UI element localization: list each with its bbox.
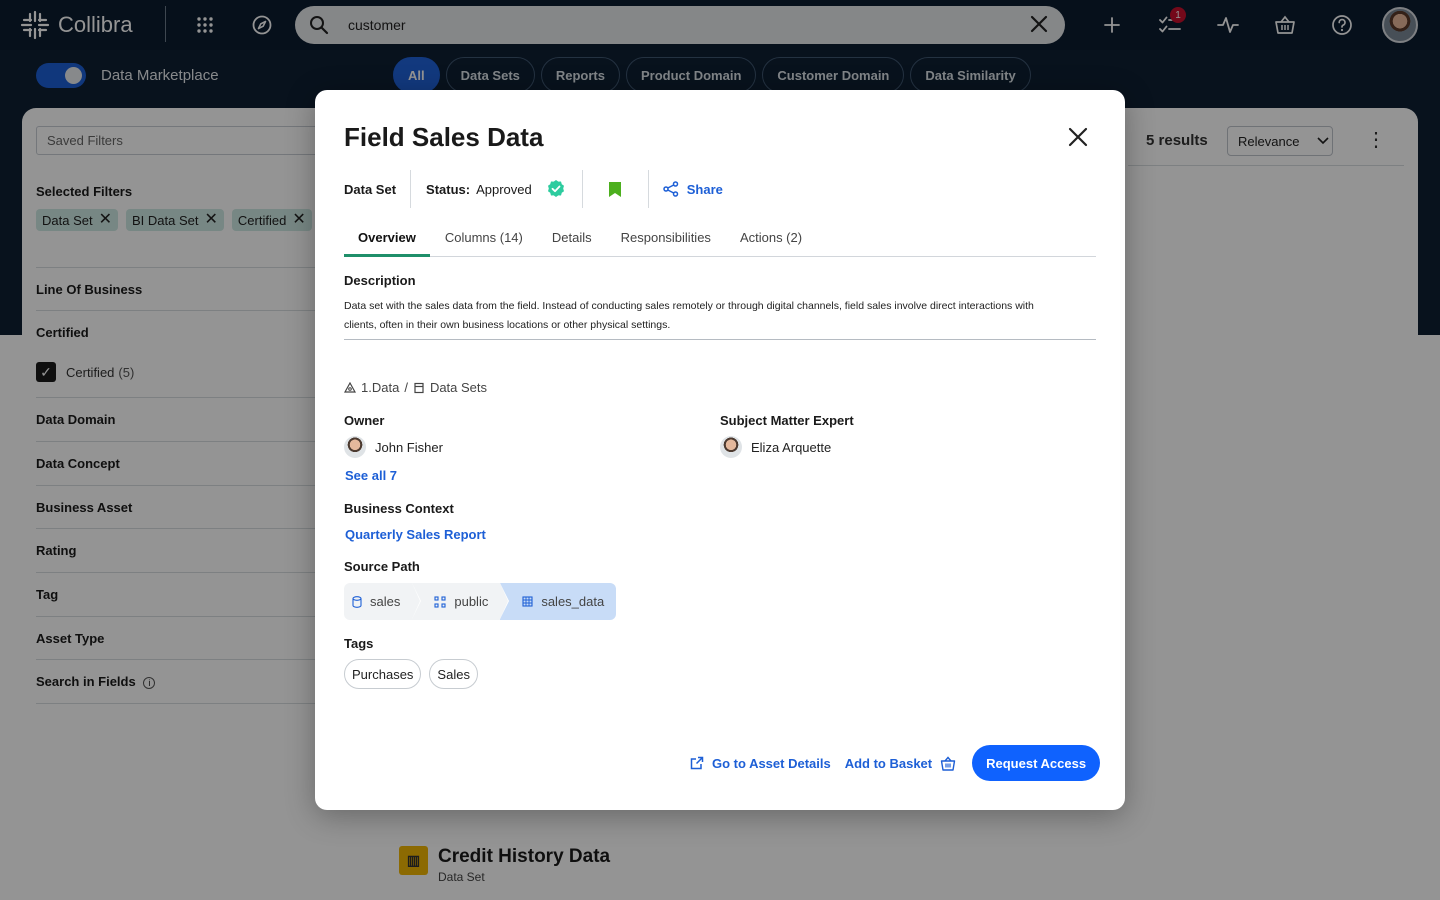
request-access-button[interactable]: Request Access [972,745,1101,781]
basket-icon [940,755,956,771]
tag-chip[interactable]: Purchases [344,659,422,689]
avatar [344,436,366,458]
sme-name: Eliza Arquette [751,439,832,455]
modal-tabs: Overview Columns (14) Details Responsibi… [344,222,1096,257]
owner[interactable]: John Fisher [344,436,443,458]
tab-overview[interactable]: Overview [344,222,430,257]
status: Status: Approved [411,170,583,208]
tab-details[interactable]: Details [538,222,606,257]
database-icon [352,595,362,608]
description-label: Description [344,273,416,288]
business-context-link[interactable]: Quarterly Sales Report [345,527,486,542]
owner-name: John Fisher [375,439,443,455]
domain-icon [414,382,424,393]
source-path-segment-active[interactable]: sales_data [500,583,617,620]
breadcrumb-separator: / [404,380,408,395]
breadcrumb: 1.Data / Data Sets [344,380,487,395]
table-icon [522,596,533,607]
description-text: Data set with the sales data from the fi… [344,300,1034,331]
tags-label: Tags [344,636,374,651]
add-to-basket-link[interactable]: Add to Basket [845,756,956,771]
tag-chip[interactable]: Sales [429,659,478,689]
see-all-owners-link[interactable]: See all 7 [345,468,397,483]
source-path-label: Source Path [344,559,420,574]
owner-label: Owner [344,413,385,428]
go-to-asset-details-link[interactable]: Go to Asset Details [690,756,831,771]
source-path-segment[interactable]: sales [344,583,422,620]
tag-list: Purchases Sales [344,659,478,689]
asset-meta-row: Data Set Status: Approved Share [344,170,723,208]
modal-title: Field Sales Data [344,122,544,152]
breadcrumb-domain[interactable]: Data Sets [430,380,487,395]
share-icon [663,181,678,197]
avatar [720,436,742,458]
tab-responsibilities[interactable]: Responsibilities [607,222,725,257]
description-divider [344,339,1096,340]
breadcrumb-community[interactable]: 1.Data [361,380,399,395]
external-link-icon [690,756,704,770]
source-path-segment[interactable]: public [412,583,510,620]
sme-label: Subject Matter Expert [720,413,854,428]
asset-preview-modal: Field Sales Data Data Set Status: Approv… [315,90,1125,810]
business-context-label: Business Context [344,501,454,516]
sme[interactable]: Eliza Arquette [720,436,831,458]
community-icon [344,381,356,393]
status-label: Status: [426,181,471,197]
approved-check-icon [547,180,564,197]
modal-footer: Go to Asset Details Add to Basket Reques… [690,745,1101,781]
tab-actions[interactable]: Actions (2) [726,222,816,257]
status-value: Approved [476,181,532,197]
bookmark-icon[interactable] [583,170,649,208]
share-button[interactable]: Share [649,181,723,197]
schema-icon [434,595,446,608]
source-path: sales public sales_data [344,583,617,620]
close-icon[interactable] [1067,126,1089,153]
tab-columns[interactable]: Columns (14) [431,222,537,257]
asset-type: Data Set [344,170,412,208]
